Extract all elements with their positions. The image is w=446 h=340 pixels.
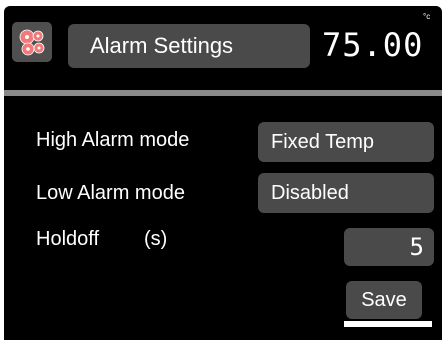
holdoff-label: Holdoff: [36, 228, 100, 250]
header-divider: [4, 90, 442, 96]
temperature-unit: °c: [423, 12, 431, 21]
gear-icon: [19, 29, 45, 56]
low-alarm-mode-select[interactable]: Disabled: [258, 173, 434, 213]
high-alarm-mode-select[interactable]: Fixed Temp: [258, 122, 434, 162]
save-button[interactable]: Save: [346, 281, 422, 319]
temperature-readout: 75.00: [322, 26, 424, 64]
save-underline: [344, 321, 432, 327]
low-alarm-label: Low Alarm mode: [36, 182, 185, 204]
screen: Alarm Settings 75.00 °c High Alarm mode …: [4, 6, 442, 340]
holdoff-unit-label: (s): [144, 228, 168, 250]
holdoff-input[interactable]: 5: [344, 228, 434, 266]
page-title: Alarm Settings: [68, 24, 310, 68]
settings-button[interactable]: [12, 22, 52, 62]
high-alarm-label: High Alarm mode: [36, 129, 190, 151]
